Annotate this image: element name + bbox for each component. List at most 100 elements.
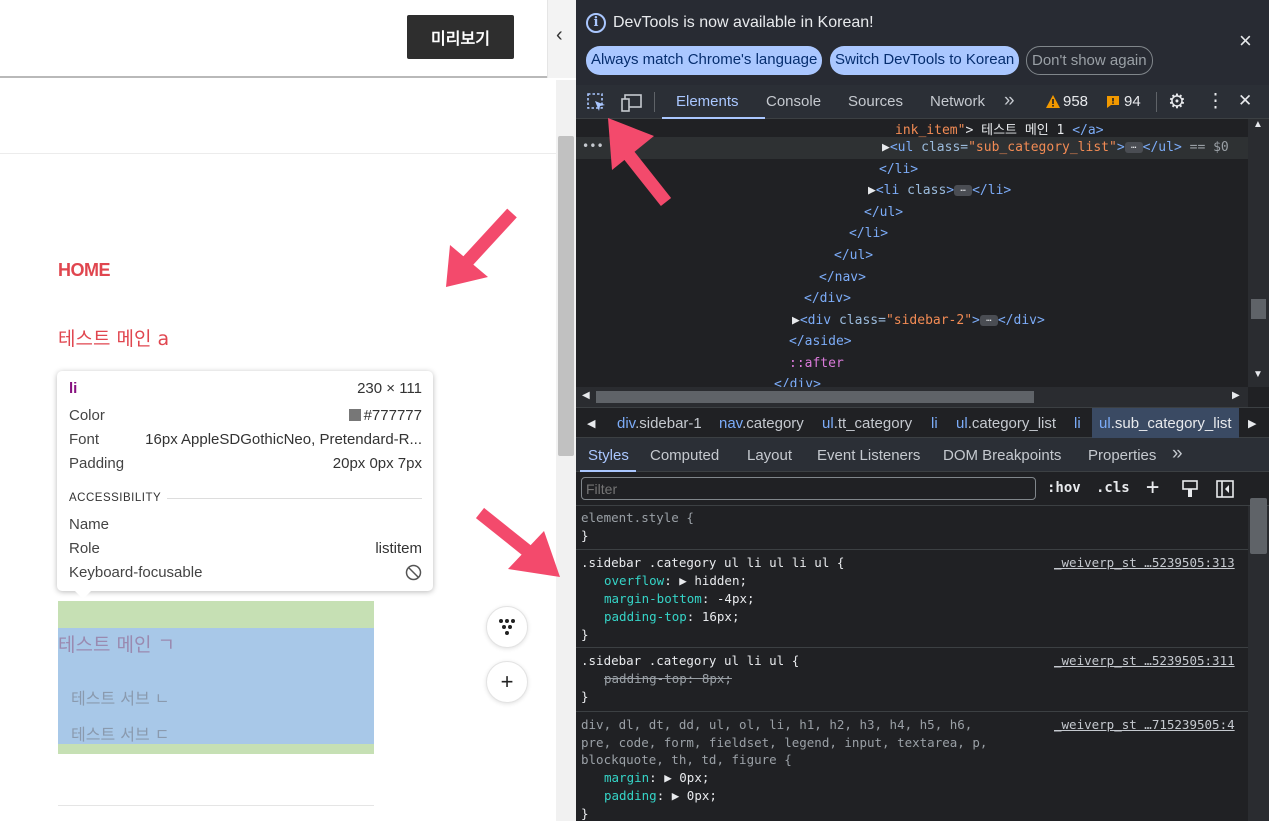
styles-rules-pane[interactable]: element.style { } .sidebar .category ul … xyxy=(576,506,1248,821)
category-main-g-link[interactable]: 테스트 메인 ㄱ xyxy=(58,630,175,657)
tree-view-button[interactable] xyxy=(486,606,528,648)
settings-gear-icon[interactable]: ⚙ xyxy=(1168,89,1186,114)
preview-button[interactable]: 미리보기 xyxy=(407,15,514,59)
divider xyxy=(167,498,422,499)
dom-node[interactable]: </li> xyxy=(879,162,918,177)
blog-page: 미리보기 ‹ HOME 테스트 메인 a 테스트 메인 ㄱ 테스트 서브 ㄴ 테… xyxy=(0,0,576,821)
divider xyxy=(1156,92,1157,112)
tab-event-listeners[interactable]: Event Listeners xyxy=(817,447,920,464)
tab-console[interactable]: Console xyxy=(766,93,821,110)
close-devtools-icon[interactable]: ✕ xyxy=(1238,91,1252,111)
dom-node[interactable]: ink_item"> 테스트 메인 1 </a> xyxy=(895,119,1104,138)
infobar-close-icon[interactable]: × xyxy=(1239,28,1252,54)
dont-show-again-button[interactable]: Don't show again xyxy=(1026,46,1153,75)
more-tabs-icon[interactable]: » xyxy=(1172,443,1183,465)
scroll-up-icon[interactable]: ▲ xyxy=(1253,119,1263,130)
new-rule-icon[interactable]: + xyxy=(1146,475,1159,500)
info-icon: i xyxy=(586,13,606,33)
tooltip-focus-label: Keyboard-focusable xyxy=(69,564,203,581)
breadcrumb: ◀ div.sidebar-1 nav.category ul.tt_categ… xyxy=(576,407,1269,438)
breadcrumb-scroll-left-icon[interactable]: ◀ xyxy=(587,417,595,430)
divider xyxy=(58,805,374,806)
css-rule[interactable]: div, dl, dt, dd, ul, ol, li, h1, h2, h3,… xyxy=(576,712,1248,821)
color-swatch xyxy=(348,409,361,421)
tab-layout[interactable]: Layout xyxy=(747,447,792,464)
warnings-count[interactable]: 958 xyxy=(1063,93,1088,110)
tooltip-role-value: listitem xyxy=(375,540,422,557)
dom-node[interactable]: ▶<div class="sidebar-2">… </div> xyxy=(792,313,1045,328)
css-rule[interactable]: .sidebar .category ul li ul li ul { _wei… xyxy=(576,550,1248,648)
rule-source-link[interactable]: _weiverp_st …5239505:313 xyxy=(1054,555,1235,570)
css-rule[interactable]: .sidebar .category ul li ul { _weiverp_s… xyxy=(576,648,1248,712)
dom-node[interactable]: </div> xyxy=(804,291,851,306)
scrollbar-thumb[interactable] xyxy=(558,136,574,456)
dom-node[interactable]: ▶<li class>… </li> xyxy=(868,183,1011,198)
breadcrumb-item[interactable]: li xyxy=(1074,415,1081,432)
dom-node-selected[interactable]: ▶<ul class="sub_category_list">… </ul> ==… xyxy=(882,140,1229,155)
breadcrumb-item[interactable]: nav.category xyxy=(719,415,804,432)
tree-dots-icon xyxy=(499,619,515,635)
divider xyxy=(0,153,556,154)
kebab-menu-icon[interactable]: ⋮ xyxy=(1206,90,1225,113)
breadcrumb-item[interactable]: li xyxy=(931,415,938,432)
breadcrumb-item[interactable]: div.sidebar-1 xyxy=(617,415,702,432)
tab-styles[interactable]: Styles xyxy=(588,447,629,464)
match-language-button[interactable]: Always match Chrome's language xyxy=(586,46,823,75)
paint-brush-icon[interactable] xyxy=(1182,480,1198,498)
breadcrumb-item[interactable]: ul.tt_category xyxy=(822,415,912,432)
dom-node[interactable]: </ul> xyxy=(864,205,903,220)
styles-filter-input[interactable] xyxy=(581,477,1036,500)
rule-source-link[interactable]: _weiverp_st …715239505:4 xyxy=(1054,717,1235,732)
css-rule-element-style[interactable]: element.style { } xyxy=(576,506,1248,550)
more-tabs-icon[interactable]: » xyxy=(1004,90,1015,112)
chevron-left-icon: ‹ xyxy=(556,24,563,46)
scroll-down-icon[interactable]: ▼ xyxy=(1253,369,1263,380)
collapse-panel-button[interactable]: ‹ xyxy=(547,0,576,78)
sub-category-link[interactable]: 테스트 서브 ㄷ xyxy=(71,721,170,745)
styles-scrollbar[interactable] xyxy=(1248,498,1269,821)
scrollbar-thumb[interactable] xyxy=(1250,498,1267,554)
toggle-sidebar-icon[interactable] xyxy=(1216,480,1234,498)
tab-elements[interactable]: Elements xyxy=(676,93,739,110)
dom-node[interactable]: ::after xyxy=(789,356,844,371)
dom-node[interactable]: </ul> xyxy=(834,248,873,263)
tooltip-color-value: #777777 xyxy=(363,407,422,424)
tooltip-font-label: Font xyxy=(69,431,100,448)
tab-computed[interactable]: Computed xyxy=(650,447,719,464)
category-home-link[interactable]: HOME xyxy=(58,260,111,281)
sub-category-link[interactable]: 테스트 서브 ㄴ xyxy=(71,685,170,709)
dom-tree-horizontal-scrollbar[interactable]: ◀ ▶ xyxy=(576,387,1248,407)
dom-tree-scrollbar[interactable]: ▲ ▼ xyxy=(1248,119,1269,387)
dom-node[interactable]: </li> xyxy=(849,226,888,241)
dom-node[interactable]: </aside> xyxy=(789,334,852,349)
annotation-arrow xyxy=(446,208,517,287)
tab-network[interactable]: Network xyxy=(930,93,985,110)
elements-dom-tree[interactable]: ••• ink_item"> 테스트 메인 1 </a> ▶<ul class=… xyxy=(576,119,1248,387)
hover-state-toggle[interactable]: :hov xyxy=(1047,480,1081,496)
tab-dom-breakpoints[interactable]: DOM Breakpoints xyxy=(943,447,1061,464)
annotation-arrow xyxy=(608,118,672,207)
rule-source-link[interactable]: _weiverp_st …5239505:311 xyxy=(1054,653,1235,668)
breadcrumb-item[interactable]: ul.category_list xyxy=(956,415,1056,432)
dom-node[interactable]: </nav> xyxy=(819,270,866,285)
scroll-right-icon[interactable]: ▶ xyxy=(1232,390,1240,401)
scrollbar-thumb[interactable] xyxy=(1251,299,1266,319)
tooltip-color-label: Color xyxy=(69,407,105,424)
class-toggle[interactable]: .cls xyxy=(1096,480,1130,496)
node-options-icon[interactable]: ••• xyxy=(582,139,604,153)
annotation-arrow xyxy=(475,507,560,577)
category-main-a-link[interactable]: 테스트 메인 a xyxy=(58,324,169,351)
tab-properties[interactable]: Properties xyxy=(1088,447,1156,464)
switch-korean-button[interactable]: Switch DevTools to Korean xyxy=(830,46,1020,75)
tab-sources[interactable]: Sources xyxy=(848,93,903,110)
issues-count[interactable]: 94 xyxy=(1124,93,1141,110)
breadcrumb-scroll-right-icon[interactable]: ▶ xyxy=(1248,417,1256,430)
scroll-left-icon[interactable]: ◀ xyxy=(582,390,590,401)
plus-button[interactable]: + xyxy=(486,661,528,703)
breadcrumb-item-active[interactable]: ul.sub_category_list xyxy=(1099,415,1232,432)
page-scrollbar[interactable] xyxy=(556,80,576,821)
divider xyxy=(654,92,655,112)
inspect-tooltip: li 230 × 111 Color #777777 Font 16px App… xyxy=(57,371,433,599)
dom-node[interactable]: </div> xyxy=(774,377,821,387)
scrollbar-thumb[interactable] xyxy=(596,391,1034,403)
